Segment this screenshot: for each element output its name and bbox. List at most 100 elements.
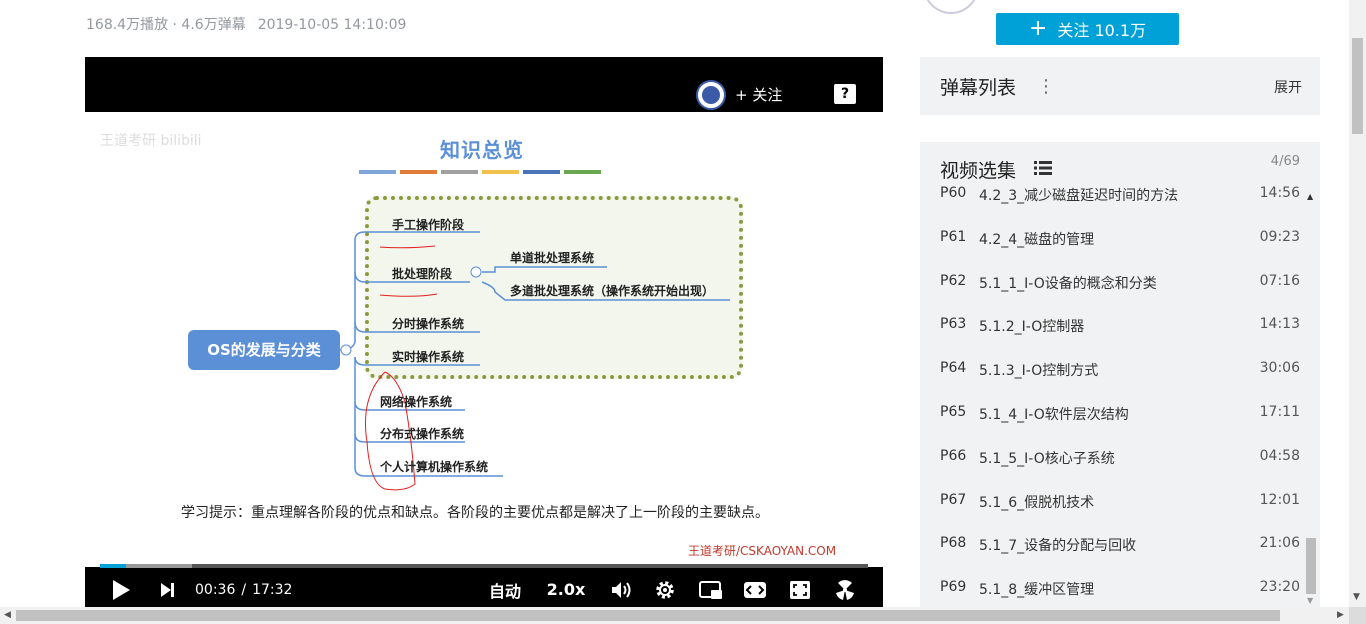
- uploader-avatar[interactable]: [923, 0, 979, 14]
- episode-duration: 12:01: [1259, 491, 1300, 508]
- time-separator: /: [241, 581, 247, 598]
- danmaku-list-panel[interactable]: 弹幕列表 ⋮ 展开: [920, 57, 1320, 115]
- current-time: 00:36: [195, 581, 236, 598]
- publish-date: 2019-10-05 14:10:09: [257, 17, 407, 33]
- scroll-right-arrow-icon[interactable]: ▶: [1337, 610, 1344, 620]
- episode-list-panel: 视频选集 4/69 P60 4.2_3_减少磁盘延迟时间的方法 14:56 P61 4.…: [920, 142, 1320, 612]
- node-multi-batch: 多道批处理系统（操作系统开始出现）: [510, 284, 715, 298]
- play-danmaku-count: 168.4万播放 · 4.6万弹幕: [86, 17, 246, 33]
- episode-duration: 17:11: [1259, 403, 1300, 420]
- video-frame: 王道考研 bilibili 知识总览 OS的发展与分类 手工操作阶段 批处理阶段…: [85, 112, 883, 567]
- episode-item[interactable]: P69 5.1_8_缓冲区管理 23:20: [920, 566, 1304, 610]
- node-timesharing: 分时操作系统: [392, 317, 465, 331]
- episode-duration: 14:13: [1259, 316, 1300, 333]
- speed-selector[interactable]: 2.0x: [546, 572, 586, 607]
- episode-item[interactable]: P61 4.2_4_磁盘的管理 09:23: [920, 216, 1304, 260]
- node-realtime: 实时操作系统: [392, 350, 465, 364]
- bilibili-video-page: 168.4万播放 · 4.6万弹幕 2019-10-05 14:10:09 + 关…: [0, 0, 1366, 624]
- follow-label: 关注 10.1万: [1057, 21, 1147, 40]
- episode-item[interactable]: P60 4.2_3_减少磁盘延迟时间的方法 14:56: [920, 172, 1304, 216]
- episode-duration: 30:06: [1259, 360, 1300, 377]
- episode-name: 4.2_4_磁盘的管理: [979, 231, 1095, 248]
- episode-code: P67: [940, 491, 967, 508]
- episode-item[interactable]: P65 5.1_4_I-O软件层次结构 17:11: [920, 391, 1304, 435]
- scrollbar-corner: [1349, 607, 1366, 624]
- episode-count: 4/69: [1270, 154, 1300, 169]
- node-batch: 批处理阶段: [392, 267, 453, 281]
- episode-scrollbar[interactable]: ▲ ▼: [1306, 192, 1316, 605]
- episode-code: P69: [940, 579, 967, 596]
- horizontal-scroll-thumb[interactable]: [16, 610, 1280, 621]
- episode-code: P60: [940, 185, 967, 201]
- episode-code: P65: [940, 403, 967, 420]
- episode-duration: 07:16: [1259, 272, 1300, 289]
- episode-name: 5.1_5_I-O核心子系统: [979, 450, 1115, 467]
- video-player[interactable]: + 关注 ? 王道考研 bilibili 知识总览 OS的发展与分类 手工操作阶…: [85, 57, 883, 607]
- total-time: 17:32: [252, 581, 293, 598]
- episode-item[interactable]: P63 5.1.2_I-O控制器 14:13: [920, 303, 1304, 347]
- node-personal: 个人计算机操作系统: [380, 460, 489, 474]
- settings-gear-icon[interactable]: [653, 572, 677, 607]
- volume-icon[interactable]: [609, 572, 633, 607]
- episode-duration: 21:06: [1259, 535, 1300, 552]
- episode-duration: 09:23: [1259, 228, 1300, 245]
- episode-code: P63: [940, 316, 967, 333]
- episode-item[interactable]: P66 5.1_5_I-O核心子系统 04:58: [920, 435, 1304, 479]
- episode-duration: 04:58: [1259, 447, 1300, 464]
- episode-item[interactable]: P68 5.1_7_设备的分配与回收 21:06: [920, 522, 1304, 566]
- player-follow-button[interactable]: + 关注: [735, 84, 782, 105]
- time-display: 00:36 / 17:32: [195, 572, 305, 607]
- play-icon[interactable]: [109, 572, 133, 607]
- node-network: 网络操作系统: [380, 395, 453, 409]
- episode-name: 5.1_4_I-O软件层次结构: [979, 406, 1129, 423]
- quality-selector[interactable]: 自动: [485, 572, 525, 607]
- episode-item[interactable]: P64 5.1.3_I-O控制方式 30:06: [920, 347, 1304, 391]
- episode-name: 5.1_8_缓冲区管理: [979, 582, 1095, 599]
- player-uploader-avatar[interactable]: [696, 80, 726, 110]
- episode-code: P61: [940, 228, 967, 245]
- pip-icon[interactable]: [698, 572, 724, 607]
- scroll-left-arrow-icon[interactable]: ◀: [4, 610, 11, 620]
- episode-name: 5.1.3_I-O控制方式: [979, 363, 1099, 380]
- episode-duration: 23:20: [1259, 579, 1300, 596]
- progress-bar[interactable]: [100, 564, 868, 568]
- episode-duration: 14:56: [1259, 185, 1300, 201]
- scroll-down-arrow-icon[interactable]: ▼: [1353, 592, 1360, 602]
- danmaku-title: 弹幕列表: [940, 77, 1017, 99]
- danmaku-expand-button[interactable]: 展开: [1274, 77, 1302, 97]
- progress-fill: [100, 564, 127, 568]
- episode-name: 5.1_6_假脱机技术: [979, 494, 1095, 511]
- episode-code: P68: [940, 535, 967, 552]
- page-horizontal-scrollbar[interactable]: ◀ ▶: [0, 607, 1349, 624]
- episode-scroll-thumb[interactable]: [1306, 538, 1316, 594]
- mindmap-root: OS的发展与分类: [188, 330, 340, 370]
- next-icon[interactable]: [157, 572, 177, 607]
- more-menu-icon[interactable]: ⋮: [1037, 76, 1055, 97]
- follow-uploader-button[interactable]: + 关注 10.1万: [996, 13, 1179, 45]
- episode-code: P66: [940, 447, 967, 464]
- episode-item[interactable]: P62 5.1_1_I-O设备的概念和分类 07:16: [920, 260, 1304, 304]
- page-vertical-scrollbar[interactable]: ▼: [1349, 0, 1366, 607]
- scroll-down-icon[interactable]: ▼: [1307, 596, 1313, 605]
- node-single-batch: 单道批处理系统: [510, 251, 595, 265]
- episode-name: 5.1_7_设备的分配与回收: [979, 538, 1137, 555]
- video-meta: 168.4万播放 · 4.6万弹幕 2019-10-05 14:10:09: [86, 14, 406, 34]
- player-controls: 00:36 / 17:32 自动 2.0x: [85, 572, 883, 607]
- brand-watermark: 王道考研/CSKAOYAN.COM: [688, 544, 837, 558]
- episode-name: 5.1.2_I-O控制器: [979, 319, 1085, 336]
- fullscreen-icon[interactable]: [833, 572, 857, 607]
- web-fullscreen-icon[interactable]: [788, 572, 812, 607]
- widescreen-icon[interactable]: [742, 572, 768, 607]
- vertical-scroll-thumb[interactable]: [1352, 38, 1363, 134]
- episode-name: 4.2_3_减少磁盘延迟时间的方法: [979, 188, 1179, 204]
- plus-icon: +: [1028, 16, 1048, 41]
- episode-item[interactable]: P67 5.1_6_假脱机技术 12:01: [920, 479, 1304, 523]
- study-tip: 学习提示：重点理解各阶段的优点和缺点。各阶段的主要优点都是解决了上一阶段的主要缺…: [181, 505, 769, 521]
- episode-code: P64: [940, 360, 967, 377]
- help-icon[interactable]: ?: [834, 84, 856, 104]
- episode-code: P62: [940, 272, 967, 289]
- node-distributed: 分布式操作系统: [380, 427, 465, 441]
- scroll-up-icon[interactable]: ▲: [1307, 192, 1313, 201]
- node-manual: 手工操作阶段: [392, 218, 465, 232]
- episode-items: P60 4.2_3_减少磁盘延迟时间的方法 14:56 P61 4.2_4_磁盘的管理 0…: [920, 172, 1304, 610]
